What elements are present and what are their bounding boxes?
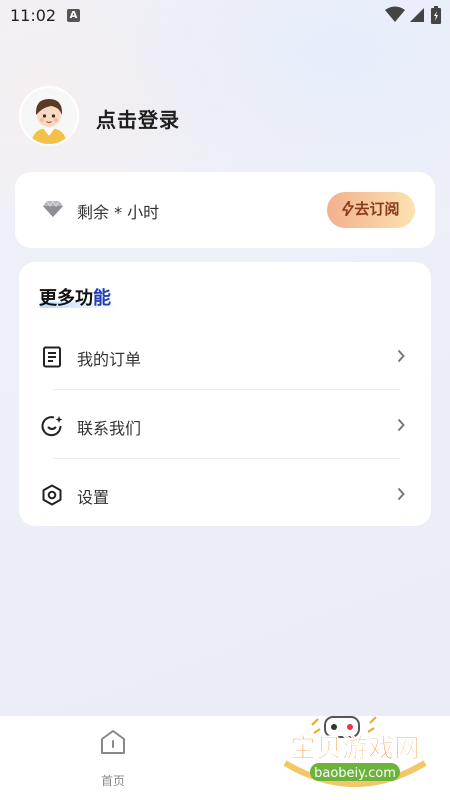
subscription-card: 剩余 * 小时 去订阅 (15, 172, 435, 248)
title-accent: 能 (93, 288, 111, 309)
login-link[interactable]: 点击登录 (96, 104, 180, 133)
menu-item-label: 设置 (77, 488, 110, 507)
subscribe-button[interactable]: 去订阅 (327, 192, 415, 228)
remaining-hours-text: 剩余 * 小时 (77, 203, 160, 222)
divider (53, 389, 400, 390)
menu-item-contact-us[interactable]: 联系我们 (19, 391, 431, 459)
notification-indicator: A (67, 9, 80, 22)
settings-hexagon-icon (42, 484, 62, 506)
watermark-brand: 宝贝游戏网 (290, 733, 420, 764)
more-functions-card: 更多功能 我的订单 联系我们 设置 (19, 262, 431, 528)
status-bar: 11:02 A (0, 0, 450, 32)
chevron-right-icon (397, 418, 405, 432)
more-functions-title: 更多功能 (39, 284, 111, 310)
diamond-icon (43, 200, 63, 217)
nav-home-tab[interactable]: 首页 (85, 728, 141, 788)
menu-item-label: 我的订单 (77, 350, 142, 369)
order-list-icon (43, 346, 61, 368)
chevron-right-icon (397, 487, 405, 501)
avatar[interactable] (21, 88, 77, 144)
menu-item-my-orders[interactable]: 我的订单 (19, 322, 431, 390)
home-icon (101, 730, 125, 754)
watermark-logo: 宝贝游戏网 baobeiy.com (270, 705, 440, 795)
watermark-domain: baobeiy.com (314, 766, 396, 781)
menu-item-settings[interactable]: 设置 (19, 460, 431, 528)
status-time: 11:02 (10, 6, 57, 25)
avatar-illustration (21, 88, 77, 144)
wifi-icon (385, 6, 405, 22)
chevron-right-icon (397, 349, 405, 363)
title-part: 更多功 (39, 288, 93, 309)
divider (53, 458, 400, 459)
battery-icon (431, 6, 441, 24)
signal-icon (410, 8, 424, 22)
contact-chat-icon (41, 416, 63, 437)
subscribe-button-label: 去订阅 (354, 201, 400, 218)
lightning-icon (342, 200, 355, 217)
menu-item-label: 联系我们 (77, 419, 142, 438)
nav-home-label: 首页 (100, 774, 125, 788)
divider (53, 526, 400, 527)
